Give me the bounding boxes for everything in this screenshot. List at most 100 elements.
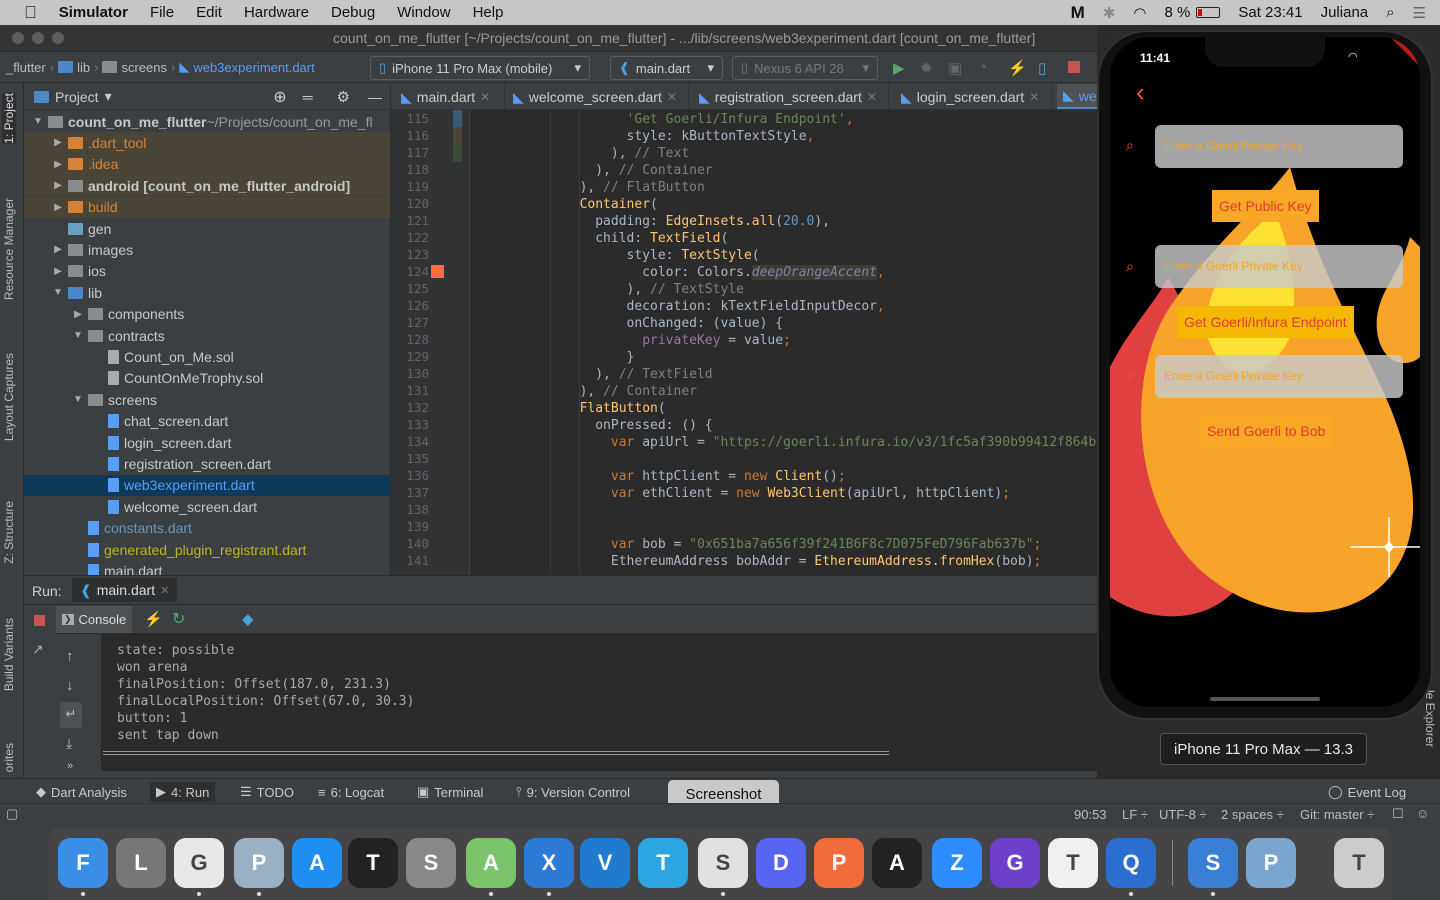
chevron-right-icon[interactable]: ▶	[50, 180, 66, 191]
tab-registration-screen[interactable]: ◣ registration_screen.dart ✕	[693, 84, 889, 109]
menu-app-name[interactable]: Simulator	[59, 4, 128, 21]
avd-selector[interactable]: ▯ Nexus 6 API 28 ▾	[732, 56, 878, 80]
code-line[interactable]: padding: EdgeInsets.all(20.0),	[470, 213, 830, 230]
tree-item[interactable]: main.dart	[24, 560, 390, 575]
tree-item[interactable]: ▼ screens	[24, 389, 390, 410]
dock-postman-icon[interactable]: P	[814, 838, 864, 888]
pin-icon[interactable]: ↗	[32, 641, 44, 658]
code-line[interactable]: style: kButtonTextStyle,	[470, 128, 815, 145]
code-line[interactable]: child: TextField(	[470, 230, 728, 247]
code-line[interactable]: onChanged: (value) {	[470, 315, 784, 332]
close-tab-icon[interactable]: ✕	[667, 90, 677, 104]
project-view-selector[interactable]: Project	[55, 89, 99, 105]
tree-item[interactable]: Count_on_Me.sol	[24, 346, 390, 367]
tree-item[interactable]: ▶ android [count_on_me_flutter_android]	[24, 175, 390, 197]
tool-tab-device-file-explorer[interactable]: le Explorer	[1423, 690, 1437, 747]
tool-tab-favorites[interactable]: orites	[2, 743, 16, 772]
code-line[interactable]: Container(	[470, 196, 658, 213]
malwarebytes-icon[interactable]: M	[1071, 3, 1085, 23]
hot-reload-icon[interactable]: ⚡	[144, 610, 163, 628]
tool-tab-todo[interactable]: ☰ TODO	[234, 782, 300, 802]
dock-system-preferences-icon[interactable]: S	[406, 838, 456, 888]
lock-icon[interactable]: ☐	[1392, 806, 1404, 822]
tool-tab-terminal[interactable]: ▣ Terminal	[411, 782, 489, 802]
code-line[interactable]: var httpClient = new Client();	[470, 468, 846, 485]
code-line[interactable]: privateKey = value;	[470, 332, 791, 349]
battery-percent[interactable]: 8 %	[1165, 4, 1191, 21]
dock-quicktime-player-icon[interactable]: Q	[1106, 838, 1156, 888]
breadcrumb-file[interactable]: web3experiment.dart	[193, 60, 314, 75]
dock-preview-icon[interactable]: P	[234, 838, 284, 888]
dart-devtools-icon[interactable]: ◆	[242, 610, 254, 628]
dock-simulator-icon[interactable]: S	[1188, 838, 1238, 888]
minimize-window-button[interactable]	[32, 32, 44, 44]
dock-android-studio-icon[interactable]: A	[466, 838, 516, 888]
tree-item[interactable]: constants.dart	[24, 518, 390, 539]
debug-icon[interactable]: ✹	[920, 59, 933, 77]
breadcrumb-project[interactable]: _flutter	[6, 60, 46, 75]
editor-gutter[interactable]: 115 116 117 118 119 120 121 122 123 124 125 126 127 1…	[391, 110, 470, 575]
chevron-down-icon[interactable]: ▼	[70, 394, 86, 405]
dock-launchpad-icon[interactable]: L	[116, 838, 166, 888]
menu-window[interactable]: Window	[397, 4, 450, 21]
dock-app-store-icon[interactable]: A	[292, 838, 342, 888]
simulator-screen[interactable]: 11:41 ◠ DEBUG ‹ ⌕ Enter a Goerli Private…	[1110, 37, 1420, 707]
send-goerli-button[interactable]: Send Goerli to Bob	[1200, 415, 1333, 447]
code-line[interactable]: var apiUrl = "https://goerli.infura.io/v…	[470, 434, 1096, 451]
tool-tab-run[interactable]: ▶ 4: Run	[150, 782, 216, 802]
chevron-right-icon[interactable]: ▶	[50, 266, 66, 277]
chevron-down-icon[interactable]: ▼	[50, 287, 66, 298]
code-line[interactable]: ), // TextStyle	[470, 281, 744, 298]
dock-xcode-icon[interactable]: X	[524, 838, 574, 888]
apple-icon[interactable]: 	[24, 3, 37, 23]
chevron-down-icon[interactable]: ▼	[30, 116, 46, 127]
chevron-right-icon[interactable]: ▶	[50, 137, 66, 148]
spotlight-icon[interactable]: ⌕	[1386, 4, 1394, 21]
tool-tab-project[interactable]: 1: Project	[2, 93, 16, 144]
dock-github-desktop-icon[interactable]: G	[990, 838, 1040, 888]
tool-tab-structure[interactable]: Z: Structure	[2, 501, 16, 564]
tree-item[interactable]: ▶ .dart_tool	[24, 132, 390, 154]
scroll-down-icon[interactable]: ↓	[66, 677, 74, 694]
tree-item[interactable]: ▶ images	[24, 239, 390, 260]
hot-reload-icon[interactable]: ⚡	[1008, 59, 1027, 77]
code-line[interactable]: decoration: kTextFieldInputDecor,	[470, 298, 885, 315]
dock-activity-monitor-icon[interactable]: A	[872, 838, 922, 888]
hide-panel-icon[interactable]: —	[368, 89, 382, 105]
run-tab-main-dart[interactable]: ❰ main.dart ✕	[72, 578, 178, 602]
code-line[interactable]: ), // FlatButton	[470, 179, 705, 196]
get-public-key-button[interactable]: Get Public Key	[1212, 190, 1319, 222]
code-line[interactable]: }	[470, 349, 635, 366]
bluetooth-icon[interactable]: ✱	[1103, 4, 1116, 22]
tool-tab-layout-captures[interactable]: Layout Captures	[2, 353, 16, 441]
toggle-tool-windows-icon[interactable]: ▢	[6, 806, 18, 822]
dock-zoom-icon[interactable]: Z	[932, 838, 982, 888]
menu-user[interactable]: Juliana	[1321, 4, 1369, 21]
caret-position[interactable]: 90:53	[1074, 807, 1107, 822]
tool-tab-build-variants[interactable]: Build Variants	[2, 618, 16, 691]
code-line[interactable]: onPressed: () {	[470, 417, 712, 434]
tree-item[interactable]: ▶ build	[24, 196, 390, 218]
home-indicator[interactable]	[1210, 697, 1320, 701]
private-key-field-3[interactable]: Enter a Goerli Private Key	[1155, 355, 1403, 398]
console-tab[interactable]: ❯ Console	[56, 606, 133, 633]
code-line[interactable]: 'Get Goerli/Infura Endpoint',	[470, 111, 854, 128]
dock-trash-icon[interactable]: T	[1334, 838, 1384, 888]
chevron-right-icon[interactable]: ▶	[50, 202, 66, 213]
code-line[interactable]: ), // Container	[470, 383, 697, 400]
tree-item[interactable]: login_screen.dart	[24, 432, 390, 453]
dock-textedit-icon[interactable]: T	[1048, 838, 1098, 888]
tab-web3experiment[interactable]: ◣ we	[1057, 84, 1100, 109]
code-line[interactable]: var bob = "0x651ba7a656f39f241B6F8c7D075…	[470, 536, 1041, 553]
tree-item[interactable]: web3experiment.dart	[24, 474, 390, 496]
dock-terminal-icon[interactable]: T	[348, 838, 398, 888]
tool-tab-resource-manager[interactable]: Resource Manager	[2, 198, 16, 300]
tree-item[interactable]: ▼ lib	[24, 282, 390, 303]
code-line[interactable]: style: TextStyle(	[470, 247, 760, 264]
code-editor[interactable]: 'Get Goerli/Infura Endpoint', style: kBu…	[470, 110, 1100, 575]
notification-center-icon[interactable]: ☰	[1413, 4, 1426, 22]
back-arrow-icon[interactable]: ‹	[1136, 77, 1145, 108]
chevron-right-icon[interactable]: ▶	[50, 244, 66, 255]
hot-restart-icon[interactable]: ↻	[172, 609, 185, 629]
more-icon[interactable]: »	[67, 760, 73, 772]
